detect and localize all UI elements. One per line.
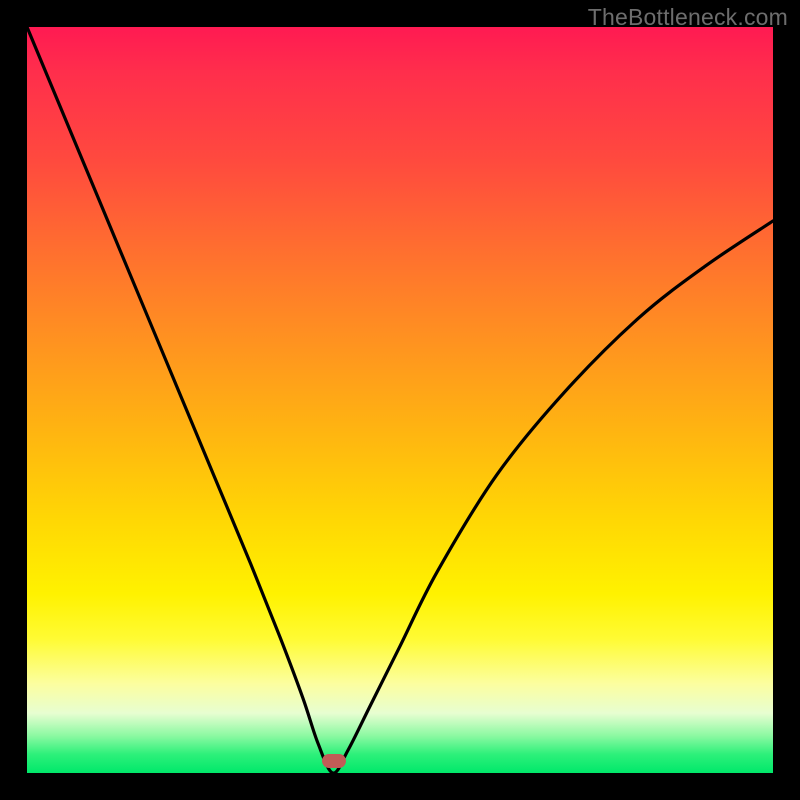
bottleneck-curve	[27, 27, 773, 773]
plot-area	[27, 27, 773, 773]
chart-frame: TheBottleneck.com	[0, 0, 800, 800]
watermark-text: TheBottleneck.com	[588, 4, 788, 31]
optimum-marker	[322, 754, 346, 768]
